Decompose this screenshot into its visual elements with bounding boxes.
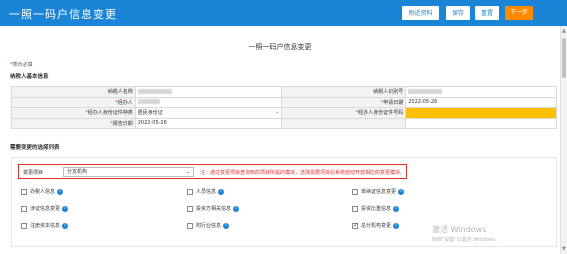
checkbox[interactable] [21,188,27,195]
chevron-down-icon: ⌄ [185,169,190,175]
agent-id-no-input[interactable] [405,107,557,119]
taxpayer-name-label: 纳税人名称 [11,86,136,98]
report-date-label: *报告日期 [11,117,136,129]
checkbox-item[interactable]: 投资方相关信息 i [187,205,240,213]
info-icon[interactable]: i [223,222,230,229]
empty-value-cell [405,117,557,129]
scrollbar-thumb[interactable] [562,38,566,78]
info-icon[interactable]: i [57,188,64,195]
change-item-row: 变更项目 分支机构 ⌄ 注：通过变更项目查询到的项目所属的模块，选择需要项目后系… [18,164,407,179]
next-step-button[interactable]: 下一步 [505,6,533,20]
page-header-title: 一照一码户信息变更 [9,8,117,21]
taxpayer-id-value [405,86,557,98]
basic-info-table: 纳税人名称 纳税人识别号 *经办人 *申请日期 2022-05-26 *经办人身… [11,86,557,129]
checkbox-item[interactable]: 人员信息 i [187,188,225,196]
taxpayer-name-value [134,86,283,98]
section-basic-info-title: 纳税人基本信息 [10,74,49,80]
checkbox-item[interactable]: 附行业信息 i [187,222,230,230]
change-item-label: 变更项目 [23,170,44,176]
reset-button[interactable]: 重置 [475,6,499,20]
checkbox-item-checked[interactable]: 总分机构变更i [352,222,400,230]
agent-value[interactable] [134,96,283,108]
checkbox[interactable] [21,205,27,212]
attach-materials-button[interactable]: 附近资料 [402,6,439,20]
checkbox-item[interactable]: 单纳证信息变更 i [352,188,405,196]
checkbox[interactable] [187,205,193,212]
checkbox[interactable] [352,188,358,195]
main-content: 一照一码户信息变更 *表示必填 纳税人基本信息 纳税人名称 纳税人识别号 *经办… [0,26,560,254]
section-change-list-title: 需要变更的选择列表 [10,145,60,151]
info-icon[interactable]: i [393,222,400,229]
checkbox-checked[interactable] [352,222,358,230]
save-button[interactable]: 保存 [446,6,470,20]
checkbox[interactable] [352,205,358,212]
agent-label: *经办人 [11,96,136,108]
checkbox[interactable] [187,222,193,229]
checkbox-item[interactable]: 注册资本信息 i [21,222,69,230]
checkbox-item[interactable]: 涉证信息变更 i [21,205,69,213]
checkbox[interactable] [187,188,193,195]
info-icon[interactable]: i [398,188,405,195]
top-header-bar: 一照一码户信息变更 附近资料 保存 重置 下一步 [0,0,567,26]
required-note: *表示必填 [10,62,33,68]
agent-id-type-select[interactable]: 居民身份证 ⌄ [134,107,283,119]
info-icon[interactable]: i [62,222,69,229]
windows-activation-watermark: 激活 Windows 转到"设置"以激活 Windows。 [432,225,501,243]
info-icon[interactable]: i [233,205,240,212]
checkbox-item[interactable]: 办税人信息 i [21,188,64,196]
taxpayer-id-label: 纳税人识别号 [281,86,407,98]
info-icon[interactable]: i [62,205,69,212]
apply-date-value[interactable]: 2022-05-26 [405,96,557,108]
change-item-select[interactable]: 分支机构 ⌄ [63,167,194,177]
checkbox-item[interactable]: 投资比重信息 i [352,205,400,213]
empty-label-cell [281,117,407,129]
scroll-up-icon[interactable]: ▲ [562,28,566,34]
chevron-down-icon: ⌄ [275,109,280,116]
agent-id-no-label: *经办人身份证件号码 [281,107,407,119]
vertical-scrollbar[interactable]: ▲ ▼ [560,26,567,254]
info-icon[interactable]: i [393,205,400,212]
agent-id-type-label: *经办人身份证件种类 [11,107,136,119]
apply-date-label: *申请日期 [281,96,407,108]
form-title: 一照一码户信息变更 [248,43,312,51]
scroll-down-icon[interactable]: ▼ [562,246,566,252]
report-date-value: 2022-05-26 [134,117,283,129]
info-icon[interactable]: i [218,188,225,195]
change-hint-text: 注：通过变更项目查询到的项目所属的模块，选择需要项目后系统自动开放相应的变更模块… [200,170,406,176]
checkbox[interactable] [21,222,27,229]
